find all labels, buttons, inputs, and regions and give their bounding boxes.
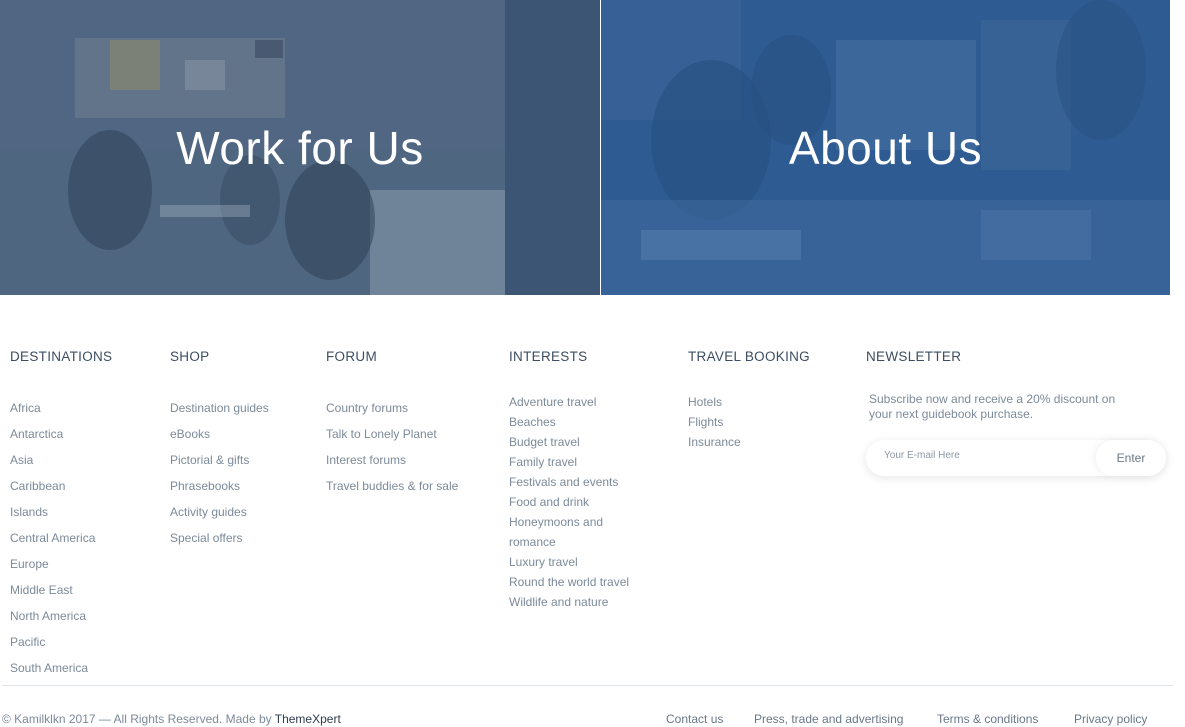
forum-link[interactable]: Travel buddies & for sale: [326, 473, 458, 499]
interest-link[interactable]: Festivals and events: [509, 472, 659, 492]
interest-link[interactable]: Round the world travel: [509, 572, 659, 592]
shop-link[interactable]: Pictorial & gifts: [170, 447, 269, 473]
press-link[interactable]: Press, trade and advertising: [754, 712, 903, 726]
newsletter-form: Enter: [866, 440, 1166, 476]
interests-list: Adventure travel Beaches Budget travel F…: [509, 392, 659, 612]
newsletter-column: NEWSLETTER Subscribe now and receive a 2…: [866, 349, 1166, 476]
work-for-us-title: Work for Us: [176, 121, 424, 174]
enter-button[interactable]: Enter: [1096, 440, 1166, 476]
travel-booking-column: TRAVEL BOOKING Hotels Flights Insurance: [688, 349, 810, 452]
travel-booking-heading: TRAVEL BOOKING: [688, 349, 810, 364]
work-for-us-panel[interactable]: Work for Us: [0, 0, 600, 295]
shop-link[interactable]: Destination guides: [170, 395, 269, 421]
interest-link[interactable]: Beaches: [509, 412, 659, 432]
about-us-title: About Us: [788, 121, 983, 174]
destination-link[interactable]: Middle East: [10, 577, 112, 603]
newsletter-description: Subscribe now and receive a 20% discount…: [869, 392, 1116, 421]
interest-link[interactable]: Honeymoons and romance: [509, 512, 619, 552]
forum-heading: FORUM: [326, 349, 377, 364]
interests-column: INTERESTS Adventure travel Beaches Budge…: [509, 349, 659, 612]
interest-link[interactable]: Wildlife and nature: [509, 592, 659, 612]
shop-list: Destination guides eBooks Pictorial & gi…: [170, 395, 269, 551]
forum-list: Country forums Talk to Lonely Planet Int…: [326, 395, 458, 499]
shop-link[interactable]: Special offers: [170, 525, 269, 551]
interest-link[interactable]: Family travel: [509, 452, 659, 472]
forum-link[interactable]: Interest forums: [326, 447, 458, 473]
booking-link[interactable]: Flights: [688, 412, 810, 432]
booking-link[interactable]: Insurance: [688, 432, 810, 452]
destination-link[interactable]: Africa: [10, 395, 112, 421]
shop-link[interactable]: Activity guides: [170, 499, 269, 525]
privacy-link[interactable]: Privacy policy: [1074, 712, 1147, 726]
destination-link[interactable]: Europe: [10, 551, 112, 577]
destination-link[interactable]: Central America: [10, 525, 112, 551]
hero-section: Work for Us About Us: [0, 0, 1170, 295]
destination-link[interactable]: Islands: [10, 499, 112, 525]
shop-column: SHOP Destination guides eBooks Pictorial…: [170, 349, 269, 551]
interest-link[interactable]: Adventure travel: [509, 392, 659, 412]
shop-heading: SHOP: [170, 349, 210, 364]
destinations-list: Africa Antarctica Asia Caribbean Islands…: [10, 395, 112, 681]
forum-column: FORUM Country forums Talk to Lonely Plan…: [326, 349, 458, 499]
destination-link[interactable]: Pacific: [10, 629, 112, 655]
destinations-heading: DESTINATIONS: [10, 349, 113, 364]
destination-link[interactable]: South America: [10, 655, 112, 681]
interest-link[interactable]: Budget travel: [509, 432, 659, 452]
travel-booking-list: Hotels Flights Insurance: [688, 392, 810, 452]
email-input[interactable]: [884, 450, 1084, 461]
about-us-panel[interactable]: About Us: [601, 0, 1170, 295]
forum-link[interactable]: Country forums: [326, 395, 458, 421]
newsletter-heading: NEWSLETTER: [866, 349, 962, 364]
footer-links: Contact us Press, trade and advertising …: [0, 712, 1185, 727]
destination-link[interactable]: Antarctica: [10, 421, 112, 447]
interest-link[interactable]: Food and drink: [509, 492, 659, 512]
booking-link[interactable]: Hotels: [688, 392, 810, 412]
footer-divider: [2, 685, 1173, 686]
interests-heading: INTERESTS: [509, 349, 588, 364]
shop-link[interactable]: Phrasebooks: [170, 473, 269, 499]
destination-link[interactable]: Caribbean: [10, 473, 112, 499]
interest-link[interactable]: Luxury travel: [509, 552, 659, 572]
destinations-column: DESTINATIONS Africa Antarctica Asia Cari…: [10, 349, 112, 681]
contact-us-link[interactable]: Contact us: [666, 712, 723, 726]
forum-link[interactable]: Talk to Lonely Planet: [326, 421, 458, 447]
shop-link[interactable]: eBooks: [170, 421, 269, 447]
terms-link[interactable]: Terms & conditions: [937, 712, 1038, 726]
destination-link[interactable]: North America: [10, 603, 112, 629]
destination-link[interactable]: Asia: [10, 447, 112, 473]
